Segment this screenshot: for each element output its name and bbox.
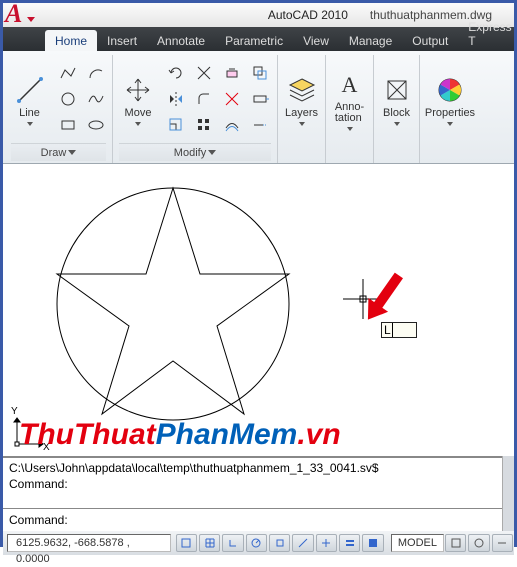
drawing-area[interactable]: X Y L ThuThuatPhanMem.vn (3, 164, 514, 456)
ribbon: Line Draw Move (3, 51, 514, 164)
app-name: AutoCAD 2010 (268, 8, 348, 22)
tab-annotate[interactable]: Annotate (147, 30, 215, 51)
array-tool-button[interactable] (192, 114, 216, 136)
move-tool-button[interactable]: Move (116, 71, 160, 130)
mirror-tool-button[interactable] (164, 88, 188, 110)
osnap-toggle[interactable] (269, 534, 290, 552)
tab-express[interactable]: Express T (458, 16, 517, 51)
chevron-down-icon[interactable] (68, 150, 76, 155)
layers-icon (287, 75, 317, 105)
ortho-toggle[interactable] (222, 534, 243, 552)
panel-modify-title: Modify (174, 147, 206, 159)
command-input[interactable] (75, 511, 496, 529)
otrack-toggle[interactable] (292, 534, 313, 552)
panel-annotation: A Anno- tation . (326, 55, 374, 163)
block-label: Block (383, 107, 410, 119)
status-button[interactable] (468, 534, 489, 552)
tab-output[interactable]: Output (402, 30, 458, 51)
panel-block: Block . (374, 55, 420, 163)
command-history-line: Command: (9, 476, 496, 492)
line-label: Line (19, 107, 40, 119)
command-window: C:\Users\John\appdata\local\temp\thuthua… (3, 456, 514, 531)
command-history: C:\Users\John\appdata\local\temp\thuthua… (3, 456, 502, 508)
color-wheel-icon (435, 75, 465, 105)
scale-tool-button[interactable] (164, 114, 188, 136)
command-prompt-label: Command: (9, 511, 68, 529)
block-button[interactable]: Block (375, 71, 419, 130)
model-space-button[interactable]: MODEL (391, 534, 444, 552)
annotation-label: Anno- tation (335, 102, 364, 124)
dynamic-input[interactable]: L (381, 322, 417, 338)
text-icon: A (335, 70, 365, 100)
move-label: Move (125, 107, 152, 119)
fillet-tool-button[interactable] (192, 88, 216, 110)
qp-toggle[interactable] (362, 534, 383, 552)
command-window-resize-handle[interactable] (502, 456, 514, 531)
line-tool-button[interactable]: Line (8, 71, 52, 130)
tab-home[interactable]: Home (45, 30, 97, 51)
move-icon (123, 75, 153, 105)
offset-tool-button[interactable] (220, 114, 244, 136)
panel-layers: Layers . (278, 55, 326, 163)
annotation-button[interactable]: A Anno- tation (328, 66, 372, 135)
status-button[interactable] (492, 534, 513, 552)
status-bar: 6125.9632, -668.5878 , 0.0000 MODEL (3, 531, 514, 555)
chevron-down-icon[interactable] (208, 150, 216, 155)
spline-tool-button[interactable] (84, 88, 108, 110)
ellipse-tool-button[interactable] (84, 114, 108, 136)
trim-tool-button[interactable] (192, 62, 216, 84)
title-bar: A AutoCAD 2010 thuthuatphanmem.dwg (3, 3, 514, 27)
panel-modify: Move Modify (113, 55, 278, 163)
app-menu-button[interactable]: A (3, 3, 37, 27)
status-button[interactable] (445, 534, 466, 552)
snap-toggle[interactable] (176, 534, 197, 552)
tab-manage[interactable]: Manage (339, 30, 402, 51)
lwt-toggle[interactable] (339, 534, 360, 552)
rectangle-tool-button[interactable] (56, 114, 80, 136)
watermark: ThuThuatPhanMem.vn (19, 418, 341, 452)
circle-tool-button[interactable] (56, 88, 80, 110)
explode-tool-button[interactable] (220, 88, 244, 110)
polar-toggle[interactable] (246, 534, 267, 552)
properties-label: Properties (425, 107, 475, 119)
stretch-tool-button[interactable] (248, 88, 272, 110)
tab-view[interactable]: View (293, 30, 339, 51)
command-history-line: C:\Users\John\appdata\local\temp\thuthua… (9, 460, 496, 476)
properties-button[interactable]: Properties (422, 71, 478, 130)
dyn-toggle[interactable] (316, 534, 337, 552)
tab-parametric[interactable]: Parametric (215, 30, 293, 51)
arc-tool-button[interactable] (84, 62, 108, 84)
axis-y-label: Y (11, 406, 18, 417)
panel-draw: Line Draw (5, 55, 113, 163)
layers-button[interactable]: Layers (280, 71, 324, 130)
panel-properties: Properties . (420, 55, 480, 163)
polyline-tool-button[interactable] (56, 62, 80, 84)
block-icon (382, 75, 412, 105)
layers-label: Layers (285, 107, 318, 119)
tab-insert[interactable]: Insert (97, 30, 147, 51)
rotate-tool-button[interactable] (164, 62, 188, 84)
ribbon-tab-strip: Home Insert Annotate Parametric View Man… (3, 27, 514, 51)
grid-toggle[interactable] (199, 534, 220, 552)
coordinate-readout[interactable]: 6125.9632, -668.5878 , 0.0000 (7, 534, 171, 552)
erase-tool-button[interactable] (220, 62, 244, 84)
panel-draw-title: Draw (41, 147, 67, 159)
extend-tool-button[interactable] (248, 114, 272, 136)
copy-tool-button[interactable] (248, 62, 272, 84)
line-icon (15, 75, 45, 105)
